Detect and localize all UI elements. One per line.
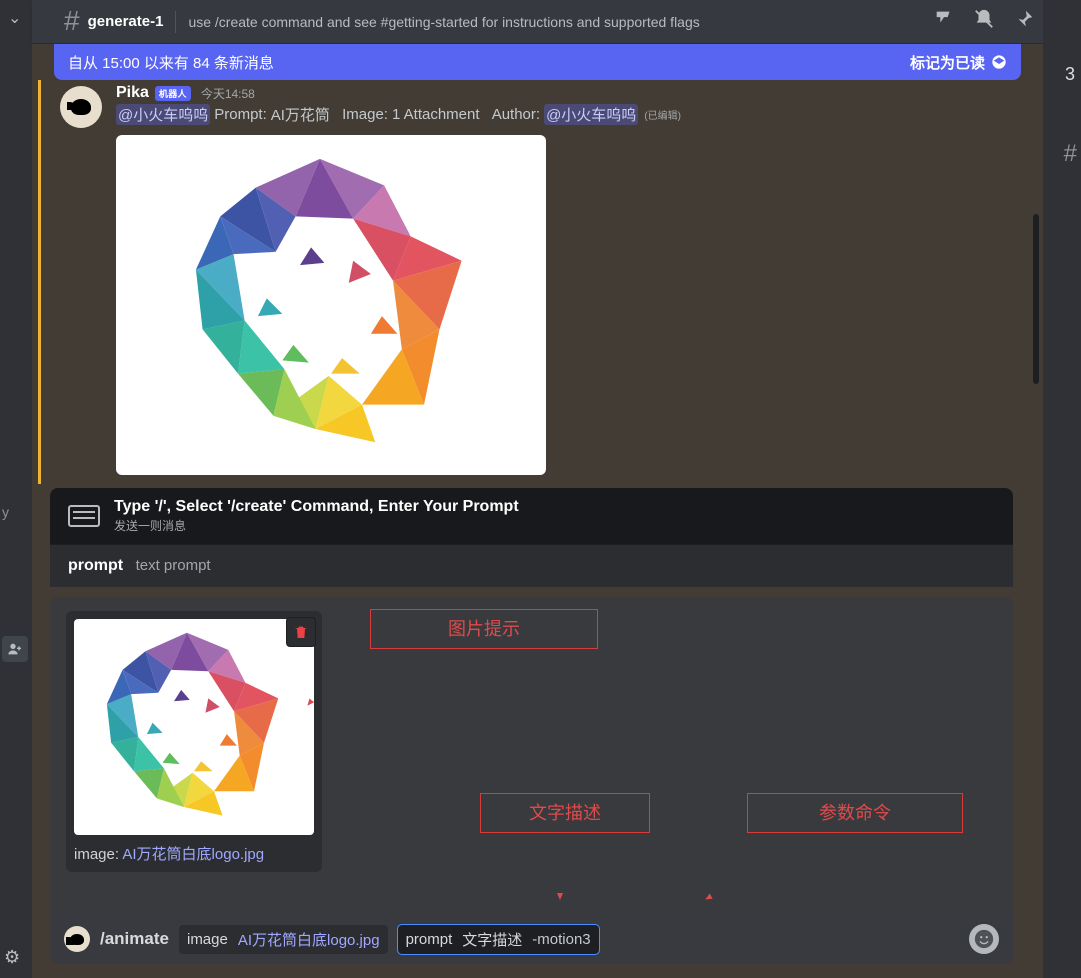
annotation-arrow (304, 629, 374, 711)
user-mention[interactable]: @小火车呜呜 (116, 104, 210, 125)
hash-icon: # (64, 5, 80, 37)
message-content: @小火车呜呜 Prompt: AI万花筒 Image: 1 Attachment… (116, 104, 1013, 125)
settings-gear-icon[interactable]: ⚙ (4, 947, 20, 968)
option-row-prompt[interactable]: prompt text prompt (50, 544, 1013, 587)
param-value: AI万花筒白底logo.jpg (238, 929, 380, 950)
prompt-value: AI万花筒 (271, 104, 330, 125)
param-label: image (187, 931, 228, 948)
prompt-label: Prompt: (214, 106, 267, 123)
hash-icon: # (1064, 140, 1077, 168)
attachment-filename: image: AI万花筒白底logo.jpg (74, 843, 314, 864)
message-timestamp: 今天14:58 (201, 85, 255, 102)
threads-icon[interactable] (933, 8, 955, 36)
add-user-icon[interactable] (2, 636, 28, 662)
notifications-muted-icon[interactable] (973, 8, 995, 36)
message: Pika 机器人 今天14:58 @小火车呜呜 Prompt: AI万花筒 Im… (38, 80, 1013, 484)
annotation-text-desc: 文字描述 (480, 793, 650, 833)
scrollbar[interactable] (1033, 214, 1039, 384)
param-pill-image[interactable]: image AI万花筒白底logo.jpg (179, 925, 388, 954)
image-label: Image: (342, 106, 388, 123)
channel-name: generate-1 (88, 13, 164, 30)
author-label: Author: (492, 106, 540, 123)
divider (175, 11, 176, 33)
channel-header: # generate-1 use /create command and see… (32, 0, 1043, 44)
new-messages-text: 自从 15:00 以来有 84 条新消息 (68, 52, 910, 73)
bot-tag: 机器人 (155, 86, 191, 101)
param-free-text: 文字描述 (462, 929, 522, 950)
param-label: prompt (406, 931, 453, 948)
command-suggestion-header[interactable]: Type '/', Select '/create' Command, Ente… (50, 488, 1013, 544)
server-dropdown-chevron-icon[interactable]: ⌄ (8, 8, 21, 28)
attachment-thumbnail[interactable] (74, 619, 314, 835)
attachment-card: image: AI万花筒白底logo.jpg (66, 611, 322, 872)
annotation-arrow (550, 833, 570, 905)
annotation-arrow (700, 833, 830, 905)
pinned-messages-icon[interactable] (1013, 8, 1035, 36)
message-attachment-image[interactable] (116, 135, 546, 475)
keyboard-icon (68, 505, 100, 527)
new-messages-bar[interactable]: 自从 15:00 以来有 84 条新消息 标记为已读 (54, 44, 1021, 80)
app-avatar-icon (64, 926, 90, 952)
message-author[interactable]: Pika (116, 84, 149, 102)
chat-area: 自从 15:00 以来有 84 条新消息 标记为已读 Pika 机器人 今天14… (32, 44, 1043, 978)
param-pill-prompt[interactable]: prompt 文字描述 -motion3 (398, 925, 599, 954)
member-count-partial: 3 (1065, 64, 1075, 85)
param-flag: -motion3 (532, 931, 590, 948)
message-input-bar[interactable]: /animate image AI万花筒白底logo.jpg prompt 文字… (50, 914, 1013, 964)
attachment-preview-panel: image: AI万花筒白底logo.jpg 图片提示 文字描述 参数命令 (50, 597, 1013, 914)
sidebar-partial-text: y (2, 504, 9, 520)
command-title: Type '/', Select '/create' Command, Ente… (114, 498, 519, 516)
slash-command-name: /animate (100, 929, 169, 949)
annotation-param-cmd: 参数命令 (747, 793, 963, 833)
mark-read-button[interactable]: 标记为已读 (910, 52, 1007, 73)
command-subtitle: 发送一则消息 (114, 517, 519, 534)
channel-description: use /create command and see #getting-sta… (188, 14, 925, 30)
edited-label: (已编辑) (644, 107, 681, 122)
option-name: prompt (68, 557, 123, 574)
bot-avatar[interactable] (60, 86, 102, 128)
user-mention[interactable]: @小火车呜呜 (544, 104, 638, 125)
annotation-image-hint: 图片提示 (370, 609, 598, 649)
option-description: text prompt (136, 557, 211, 574)
mark-read-icon (991, 54, 1007, 70)
emoji-picker-button[interactable] (969, 924, 999, 954)
image-value: 1 Attachment (392, 106, 480, 123)
